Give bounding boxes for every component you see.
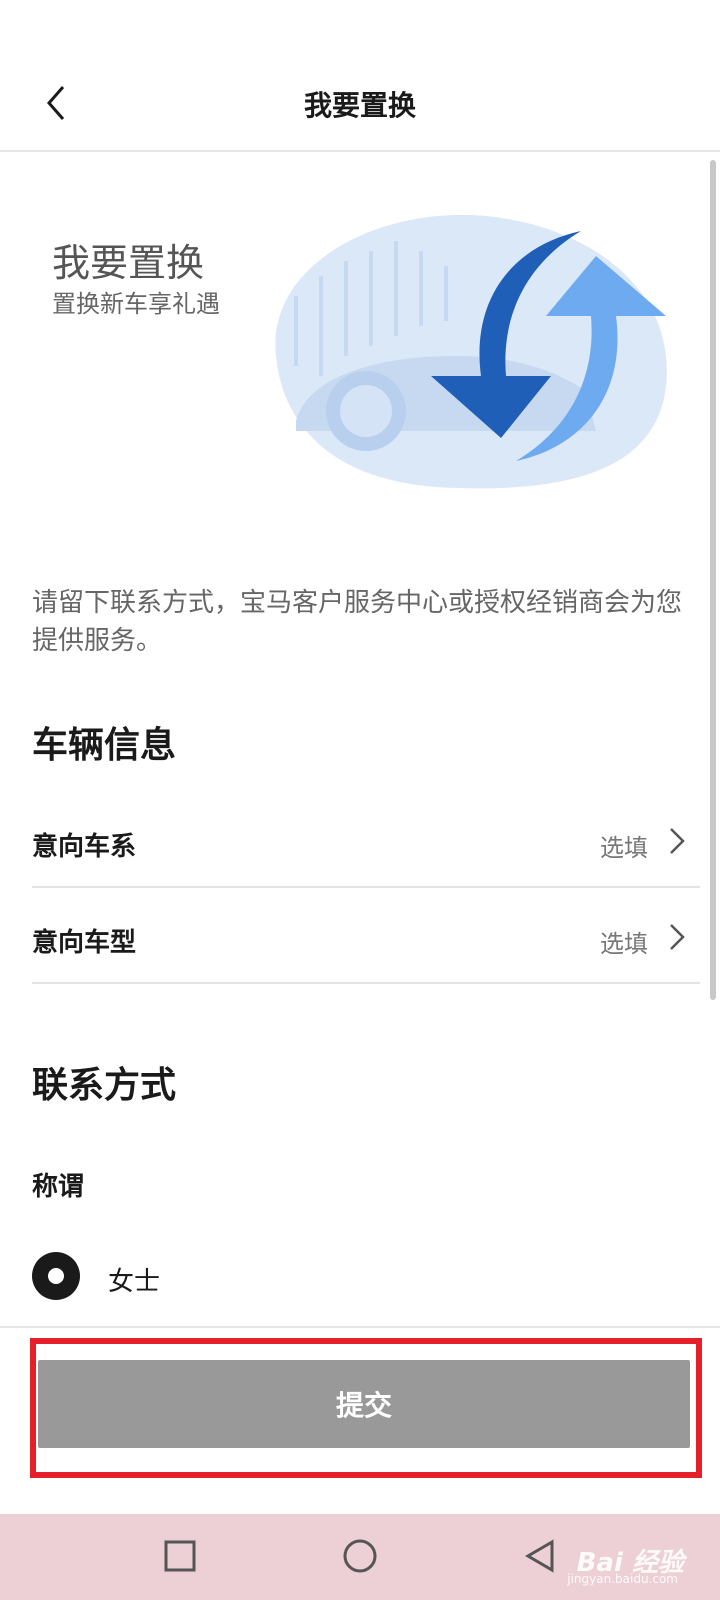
watermark-url: jingyan.baidu.com	[567, 1572, 678, 1586]
chevron-right-icon	[670, 828, 685, 854]
radio-selected-dot	[48, 1268, 64, 1284]
contact-section-title: 联系方式	[32, 1065, 177, 1106]
back-icon	[525, 1539, 554, 1573]
recent-apps-icon	[164, 1540, 196, 1572]
chevron-right-icon	[670, 924, 685, 950]
home-icon	[343, 1539, 377, 1573]
row-value: 选填	[600, 930, 648, 958]
submit-footer: 提交	[0, 1326, 720, 1514]
app-header: 我要置换	[0, 0, 720, 152]
scrollbar[interactable]	[710, 160, 716, 1000]
row-label: 意向车型	[32, 928, 137, 958]
salutation-label: 称谓	[32, 1172, 85, 1202]
vehicle-section-title: 车辆信息	[32, 725, 177, 766]
car-exchange-arrows-illustration	[275, 214, 667, 489]
intended-series-row[interactable]: 意向车系 选填	[32, 794, 700, 888]
hero-banner: 我要置换 置换新车享礼遇	[0, 154, 720, 524]
recent-apps-button[interactable]	[158, 1534, 202, 1578]
intended-model-row[interactable]: 意向车型 选填	[32, 890, 700, 984]
system-nav-bar: Bai 经验 jingyan.baidu.com	[0, 1514, 720, 1600]
form-content[interactable]: 我要置换 置换新车享礼遇 请留下联系方式，宝马客户服务中心或授权经销商会为您提供…	[0, 154, 720, 1326]
hero-subtitle: 置换新车享礼遇	[52, 290, 220, 318]
intro-text: 请留下联系方式，宝马客户服务中心或授权经销商会为您提供服务。	[32, 588, 683, 656]
system-back-button[interactable]	[518, 1534, 562, 1578]
submit-button[interactable]: 提交	[38, 1360, 690, 1448]
row-label: 意向车系	[32, 832, 137, 862]
radio-ms[interactable]	[32, 1252, 80, 1300]
radio-ms-label[interactable]: 女士	[108, 1261, 160, 1298]
home-button[interactable]	[338, 1534, 382, 1578]
page-title: 我要置换	[303, 89, 416, 122]
row-value: 选填	[600, 834, 648, 862]
hero-title: 我要置换	[52, 241, 205, 285]
